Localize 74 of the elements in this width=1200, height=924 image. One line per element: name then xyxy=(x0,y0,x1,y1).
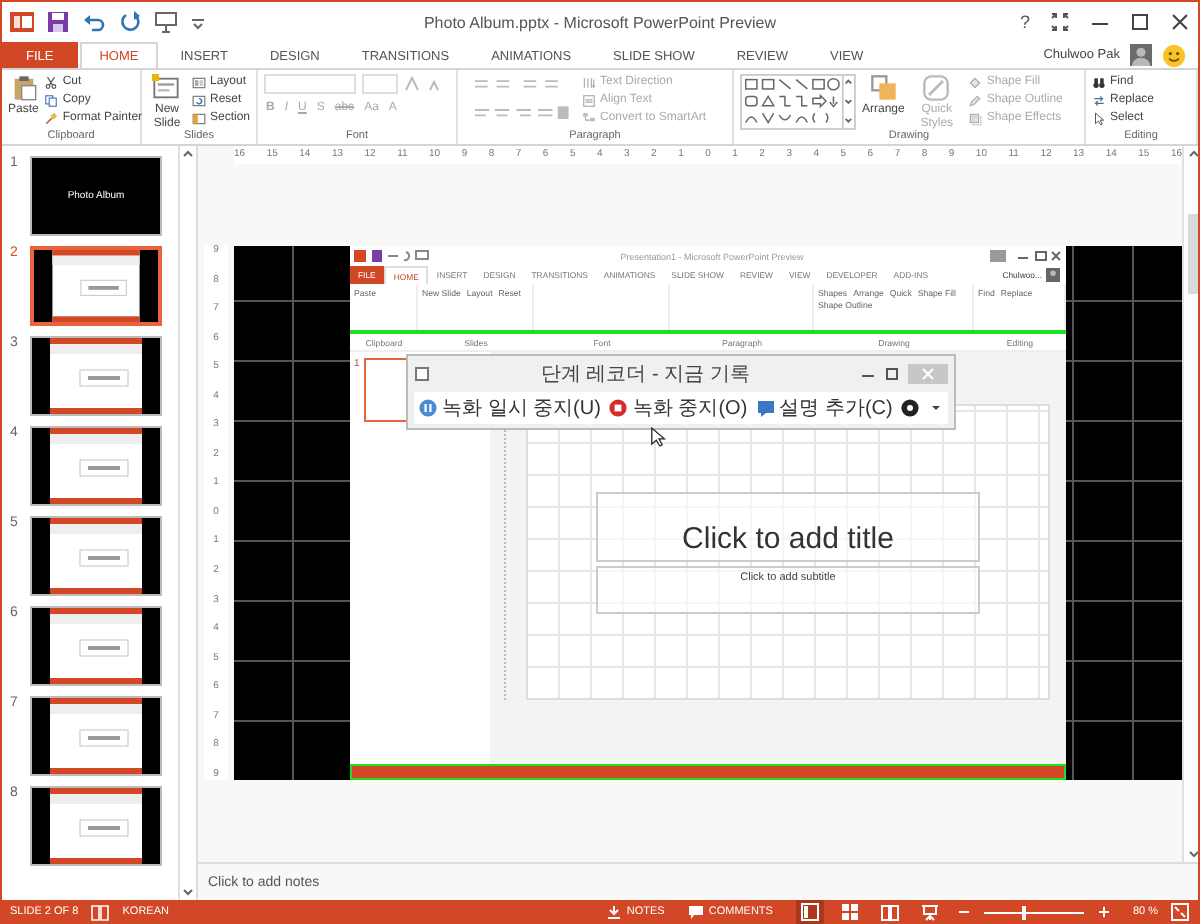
bucket-icon xyxy=(968,75,983,89)
normal-view-icon xyxy=(800,902,821,922)
scissors-icon xyxy=(44,75,59,89)
help-button[interactable]: ? xyxy=(1019,12,1030,32)
cursor-icon xyxy=(1092,111,1106,125)
maximize-icon[interactable] xyxy=(1130,12,1150,32)
slide-icon xyxy=(152,74,181,102)
slide-thumbnail[interactable] xyxy=(30,606,162,686)
recorder-button[interactable]: 녹화 일시 중지(U) xyxy=(418,394,601,422)
replace-icon xyxy=(1092,93,1106,107)
recorder-button[interactable]: 녹화 중지(O) xyxy=(608,394,748,422)
slide-thumbnail[interactable] xyxy=(30,786,162,866)
window-controls-drawing xyxy=(989,248,1062,264)
help-icon[interactable] xyxy=(900,398,921,418)
layout-icon xyxy=(191,75,206,89)
comment-icon xyxy=(688,904,705,920)
brush-icon xyxy=(44,111,59,125)
view-button[interactable] xyxy=(796,900,825,924)
avatar-icon xyxy=(1046,268,1060,282)
recorder-title: 단계 레코더 - 지금 기록 xyxy=(538,362,752,388)
scroll-down-icon[interactable] xyxy=(1186,846,1198,862)
restore-icon[interactable] xyxy=(1050,12,1070,32)
recorder-button[interactable]: 설명 추가(C) xyxy=(755,394,893,422)
pages-icon xyxy=(44,93,59,107)
pencil-icon xyxy=(968,93,983,107)
zoom-in-icon[interactable] xyxy=(1096,904,1113,920)
undo-icon[interactable] xyxy=(82,10,106,34)
redo-icon[interactable] xyxy=(118,10,142,34)
font-size-field[interactable] xyxy=(362,74,398,94)
title-placeholder[interactable]: Click to add title xyxy=(596,491,980,561)
section-icon xyxy=(191,111,206,125)
comment-icon xyxy=(755,398,776,418)
scroll-bar[interactable] xyxy=(1182,146,1198,862)
scroll-up-icon[interactable] xyxy=(180,146,196,162)
avatar-icon[interactable] xyxy=(1130,44,1152,66)
direction-icon xyxy=(582,75,596,89)
close-icon[interactable] xyxy=(1170,12,1190,32)
align-icon xyxy=(582,93,596,107)
recorder-icon xyxy=(414,366,430,382)
caret-icon[interactable] xyxy=(928,400,945,416)
notes-icon xyxy=(606,904,623,920)
slideshow-icon xyxy=(920,902,941,922)
scroll-down-icon[interactable] xyxy=(180,884,196,900)
arrange-icon xyxy=(869,74,898,102)
font-name-field[interactable] xyxy=(264,74,356,94)
save-icon[interactable] xyxy=(46,10,70,34)
slide-thumbnail[interactable] xyxy=(30,696,162,776)
maximize-icon[interactable] xyxy=(884,366,901,382)
scroll-bar[interactable] xyxy=(178,146,196,900)
slide-thumbnail[interactable] xyxy=(30,336,162,416)
binoculars-icon xyxy=(1092,75,1106,89)
sorter-view-icon xyxy=(840,902,861,922)
toolbar-icons-drawing xyxy=(354,248,434,264)
customize-icon[interactable] xyxy=(190,14,206,30)
view-button[interactable] xyxy=(876,900,905,924)
effects-icon xyxy=(968,111,983,125)
reset-icon xyxy=(191,93,206,107)
book-icon[interactable] xyxy=(90,902,111,922)
zoom-slider-thumb[interactable] xyxy=(1022,905,1027,919)
window-title: Photo Album.pptx - Microsoft PowerPoint Preview xyxy=(423,13,777,31)
smiley-icon[interactable] xyxy=(1162,43,1186,67)
styles-icon xyxy=(922,74,951,102)
smartart-icon xyxy=(582,111,596,125)
powerpoint-logo-icon xyxy=(10,10,34,34)
clipboard-icon xyxy=(9,74,38,102)
stop-icon xyxy=(608,398,629,418)
slide-thumbnail[interactable] xyxy=(30,426,162,506)
shape-gallery[interactable] xyxy=(740,74,856,130)
slide-thumbnail[interactable] xyxy=(30,246,162,326)
scroll-up-icon[interactable] xyxy=(1186,146,1198,162)
fit-to-window-icon[interactable] xyxy=(1170,902,1190,922)
slide-thumbnail[interactable] xyxy=(30,516,162,596)
presentation-icon[interactable] xyxy=(154,10,178,34)
reading-view-icon xyxy=(880,902,901,922)
